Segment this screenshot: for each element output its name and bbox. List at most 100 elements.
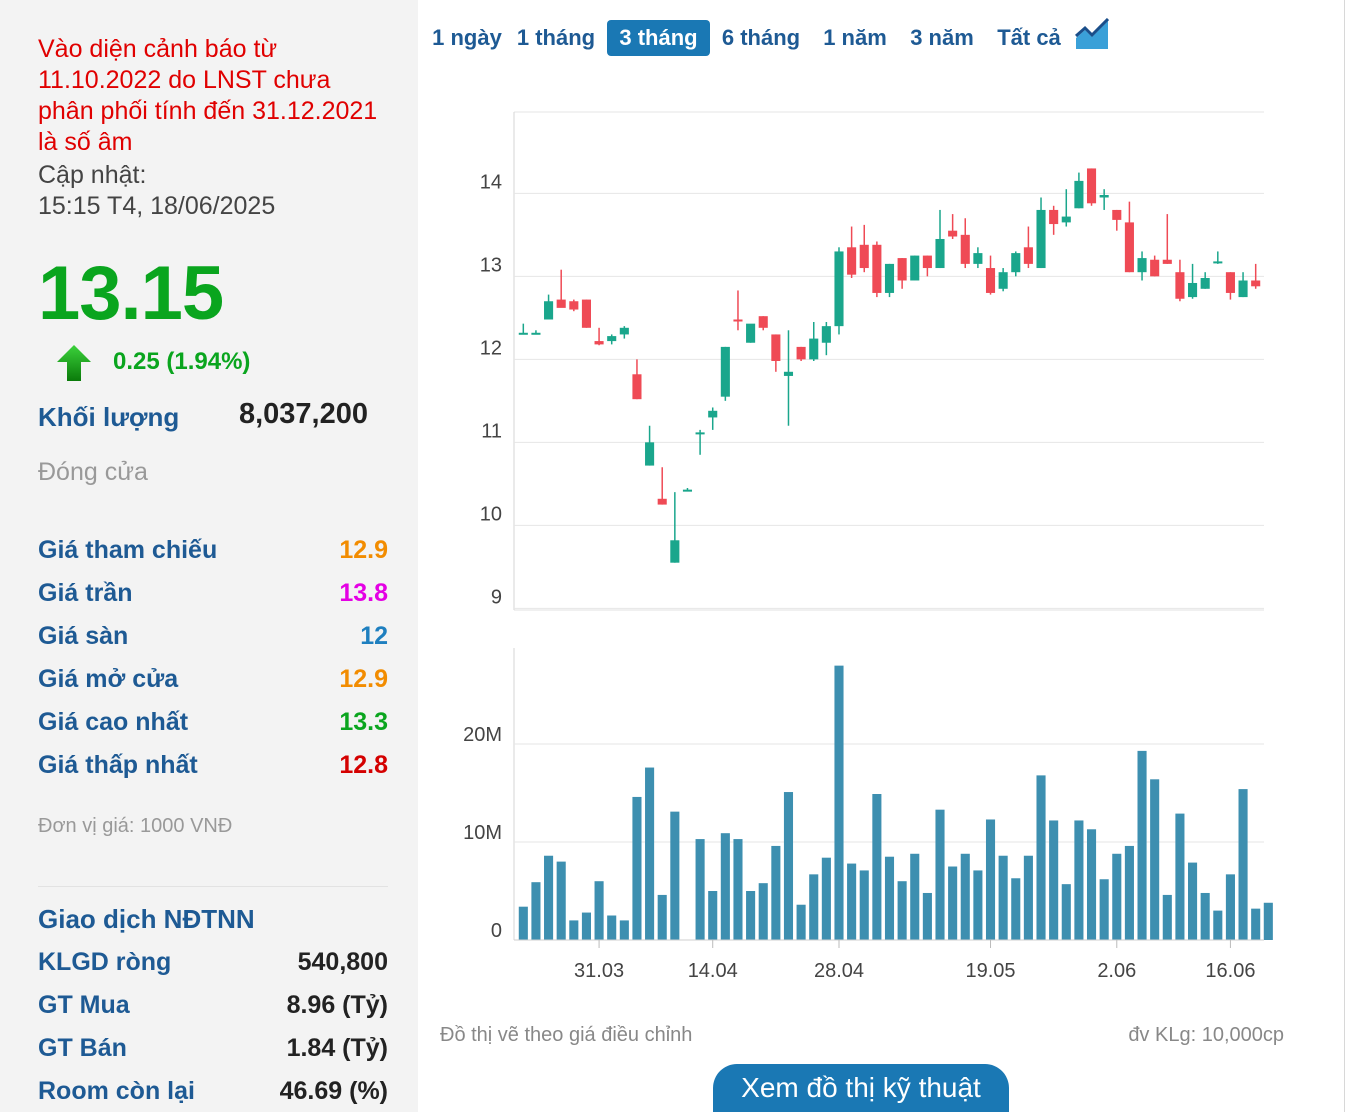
- candle-body: [1200, 278, 1210, 289]
- candle-body: [973, 253, 983, 264]
- volume-bar: [1074, 820, 1084, 940]
- candle-body: [708, 410, 718, 418]
- volume-bar: [1213, 910, 1223, 940]
- candle-body: [910, 255, 920, 281]
- candle-body: [619, 327, 629, 335]
- y-tick-label: 14: [480, 171, 502, 193]
- volume-bar: [948, 866, 958, 940]
- y-tick-label: 10: [480, 503, 502, 525]
- candle-body: [556, 299, 566, 308]
- candle-body: [1188, 282, 1198, 298]
- x-tick-label: 31.03: [574, 960, 624, 982]
- candle-body: [872, 244, 882, 293]
- foreign-sell-value: GT Bán 1.84 (Tỷ): [38, 1034, 388, 1074]
- candle-body: [1011, 253, 1021, 273]
- volume-bar: [581, 912, 591, 940]
- volume-bar: [670, 811, 680, 940]
- volume-bar: [859, 870, 869, 940]
- candle-body: [1061, 216, 1071, 223]
- x-tick-label: 14.04: [688, 960, 738, 982]
- y-tick-label: 0: [491, 920, 502, 942]
- volume-bar: [632, 796, 642, 940]
- volume-bar: [657, 894, 667, 940]
- candle-body: [695, 432, 705, 435]
- volume-bar: [556, 861, 566, 940]
- volume-bar: [1225, 874, 1235, 940]
- candle-body: [998, 272, 1008, 289]
- volume-bar: [821, 857, 831, 940]
- volume-bar: [922, 892, 932, 940]
- candle-body: [544, 301, 554, 320]
- volume-bar: [1011, 878, 1021, 940]
- volume-bar: [884, 856, 895, 940]
- candle-body: [884, 263, 895, 293]
- volume-bar: [1049, 820, 1059, 940]
- volume-bar: [619, 920, 629, 940]
- volume-bar: [910, 853, 920, 940]
- candle-body: [733, 319, 743, 322]
- candle-body: [1074, 180, 1084, 209]
- candle-body: [632, 374, 642, 400]
- volume-bar: [796, 904, 806, 940]
- y-tick-label: 13: [480, 254, 502, 276]
- volume-bar: [531, 882, 541, 940]
- volume-bar: [771, 845, 781, 940]
- volume-bar: [746, 891, 756, 940]
- volume-bar: [544, 855, 554, 940]
- volume-bar: [834, 665, 844, 940]
- candle-body: [985, 268, 996, 293]
- candle-body: [657, 498, 667, 505]
- volume-bar: [985, 819, 996, 940]
- candle-body: [771, 334, 781, 361]
- candle-body: [847, 247, 857, 275]
- volume-bar: [998, 855, 1008, 940]
- candle-body: [594, 341, 604, 345]
- candle-body: [1162, 259, 1172, 264]
- candle-body: [1213, 261, 1223, 264]
- y-tick-label: 10M: [463, 822, 502, 844]
- candle-body: [1175, 272, 1185, 299]
- stat-label: Room còn lại: [38, 1077, 195, 1105]
- volume-bar: [1238, 789, 1248, 940]
- candle-body: [720, 346, 730, 397]
- candle-body: [758, 316, 768, 328]
- volume-bar: [1036, 775, 1046, 940]
- foreign-room-left: Room còn lại 46.69 (%): [38, 1077, 388, 1117]
- volume-bar: [1061, 884, 1071, 940]
- y-tick-label: 12: [480, 337, 502, 359]
- candle-body: [569, 301, 579, 310]
- candle-body: [746, 323, 756, 343]
- volume-bar: [1023, 855, 1033, 940]
- volume-bar: [1150, 779, 1160, 940]
- volume-bar: [973, 870, 983, 940]
- volume-bar: [897, 881, 907, 940]
- volume-bar: [720, 833, 730, 940]
- volume-bar: [1263, 902, 1273, 940]
- volume-bar: [783, 792, 794, 940]
- volume-bar: [607, 915, 617, 940]
- volume-bar: [695, 839, 705, 940]
- candle-body: [670, 540, 680, 563]
- technical-chart-button[interactable]: Xem đồ thị kỹ thuật: [713, 1064, 1009, 1112]
- divider: [1344, 0, 1345, 1112]
- stat-value: 1.84 (Tỷ): [286, 1034, 388, 1062]
- volume-bar: [1251, 908, 1261, 940]
- candle-body: [948, 230, 958, 237]
- candle-body: [607, 336, 617, 342]
- adjusted-price-note: Đồ thị vẽ theo giá điều chỉnh: [440, 1024, 693, 1046]
- volume-bar: [847, 863, 857, 940]
- candle-body: [1251, 280, 1261, 287]
- candle-body: [859, 244, 869, 269]
- candle-body: [518, 332, 528, 335]
- candle-body: [682, 489, 693, 492]
- candle-body: [1086, 168, 1097, 204]
- candle-body: [922, 255, 932, 269]
- volume-bar: [1162, 894, 1172, 940]
- candle-body: [581, 299, 591, 328]
- volume-bar: [645, 767, 655, 940]
- candle-body: [935, 238, 945, 269]
- volume-bar: [569, 920, 579, 940]
- x-tick-label: 16.06: [1205, 960, 1255, 982]
- volume-bar: [1124, 845, 1134, 940]
- candle-body: [897, 258, 907, 281]
